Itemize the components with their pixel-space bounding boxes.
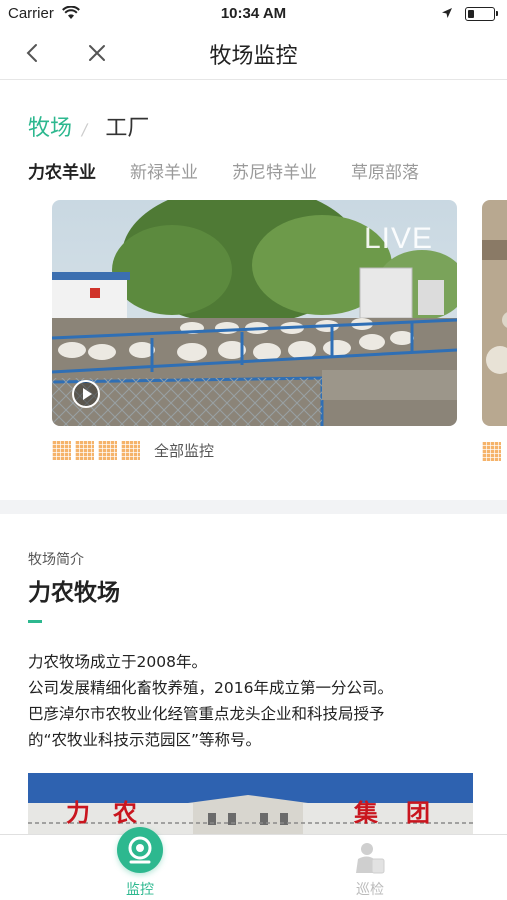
- grid-icon: [98, 441, 117, 460]
- intro-title: 力农牧场: [28, 580, 120, 606]
- intro-kicker: 牧场简介: [28, 552, 84, 568]
- intro-line: 力农牧场成立于2008年。: [28, 653, 207, 671]
- type-tabs: 牧场 / 工厂: [28, 110, 149, 142]
- tab-monitor-label: 监控: [126, 882, 154, 898]
- all-monitors-row[interactable]: 全部监控: [52, 440, 214, 461]
- section-divider: [0, 500, 507, 514]
- grid-icon: [482, 442, 501, 461]
- battery-icon: [465, 7, 498, 21]
- tab-factory[interactable]: 工厂: [105, 110, 149, 142]
- intro-line: 的“农牧业科技示范园区”等称号。: [28, 731, 262, 749]
- sheep-pen-image-next: [482, 200, 507, 426]
- farm-tabs: 力农羊业 新禄羊业 苏尼特羊业 草原部落: [28, 158, 419, 183]
- gate-sign-char: 力: [66, 798, 90, 827]
- monitor-grid-icons: [52, 441, 140, 460]
- grid-icon: [52, 441, 71, 460]
- ranch-gate-photo: 力 农 集 团: [28, 773, 473, 835]
- tab-inspect-label: 巡检: [356, 882, 384, 898]
- tab-ranch[interactable]: 牧场: [28, 110, 72, 142]
- title-underline: [28, 620, 42, 623]
- farm-tab-xinlu[interactable]: 新禄羊业: [130, 158, 198, 183]
- intro-line: 巴彦淖尔市农牧业化经管重点龙头企业和科技局授予: [28, 705, 385, 723]
- live-video-thumbnail[interactable]: LIVE: [52, 200, 457, 426]
- location-arrow-icon: [442, 8, 452, 18]
- bottom-tab-bar: 监控 巡检: [0, 827, 507, 900]
- inspector-icon: [356, 843, 385, 874]
- farm-tab-linong[interactable]: 力农羊业: [28, 158, 96, 183]
- intro-body: 力农牧场成立于2008年。 公司发展精细化畜牧养殖，2016年成立第一分公司。 …: [28, 649, 488, 753]
- live-indicator: LIVE: [363, 222, 433, 255]
- camera-icon: [117, 827, 163, 873]
- grid-icon: [75, 441, 94, 460]
- gate-sign-char: 团: [406, 798, 430, 827]
- gate-sign-char: 集: [354, 798, 378, 827]
- gate-sign-char: 农: [113, 798, 137, 827]
- play-icon[interactable]: [72, 380, 100, 408]
- farm-tab-caoyuan[interactable]: 草原部落: [351, 158, 419, 183]
- all-monitors-link[interactable]: 全部监控: [154, 440, 214, 461]
- intro-line: 公司发展精细化畜牧养殖，2016年成立第一分公司。: [28, 679, 393, 697]
- status-bar: Carrier 10:34 AM: [0, 0, 507, 28]
- farm-tab-sunite[interactable]: 苏尼特羊业: [232, 158, 317, 183]
- tab-separator: /: [80, 120, 90, 139]
- navigation-bar: 牧场监控: [0, 28, 507, 80]
- page-title: 牧场监控: [209, 44, 298, 69]
- clock: 10:34 AM: [220, 5, 287, 22]
- battery-fill: [467, 9, 474, 18]
- grid-icon: [121, 441, 140, 460]
- next-video-thumbnail[interactable]: [482, 200, 507, 426]
